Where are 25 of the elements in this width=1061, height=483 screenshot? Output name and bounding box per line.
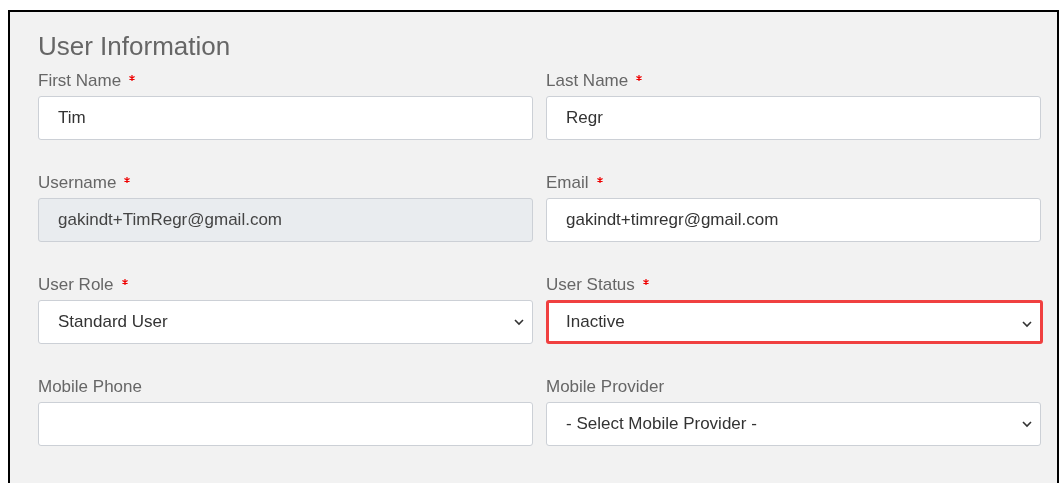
section-title: User Information	[38, 30, 232, 62]
chevron-down-icon	[514, 319, 524, 326]
field-label: User Role	[38, 274, 114, 297]
chevron-down-icon	[1022, 421, 1032, 428]
field-label: Email	[546, 172, 589, 195]
field-label: First Name	[38, 70, 122, 93]
required-asterisk-icon	[636, 75, 643, 81]
field-label: User Status	[546, 274, 635, 297]
required-asterisk-icon	[121, 279, 128, 285]
required-asterisk-icon	[124, 177, 131, 183]
input-field[interactable]: Tim	[38, 96, 533, 140]
required-asterisk-icon	[129, 75, 136, 81]
input-field[interactable]	[38, 402, 533, 446]
dropdown-field[interactable]: - Select Mobile Provider -	[546, 402, 1041, 446]
dropdown-field[interactable]: Inactive	[546, 300, 1043, 344]
input-field[interactable]: gakindt+timregr@gmail.com	[546, 198, 1041, 242]
input-field[interactable]: Regr	[546, 96, 1041, 140]
required-asterisk-icon	[642, 279, 649, 285]
dropdown-field[interactable]: Standard User	[38, 300, 533, 344]
required-asterisk-icon	[596, 177, 603, 183]
field-label: Mobile Phone	[38, 376, 142, 399]
chevron-down-icon	[1022, 321, 1032, 328]
field-label: Mobile Provider	[546, 376, 665, 399]
field-label: Username	[38, 172, 117, 195]
field-label: Last Name	[546, 70, 629, 93]
